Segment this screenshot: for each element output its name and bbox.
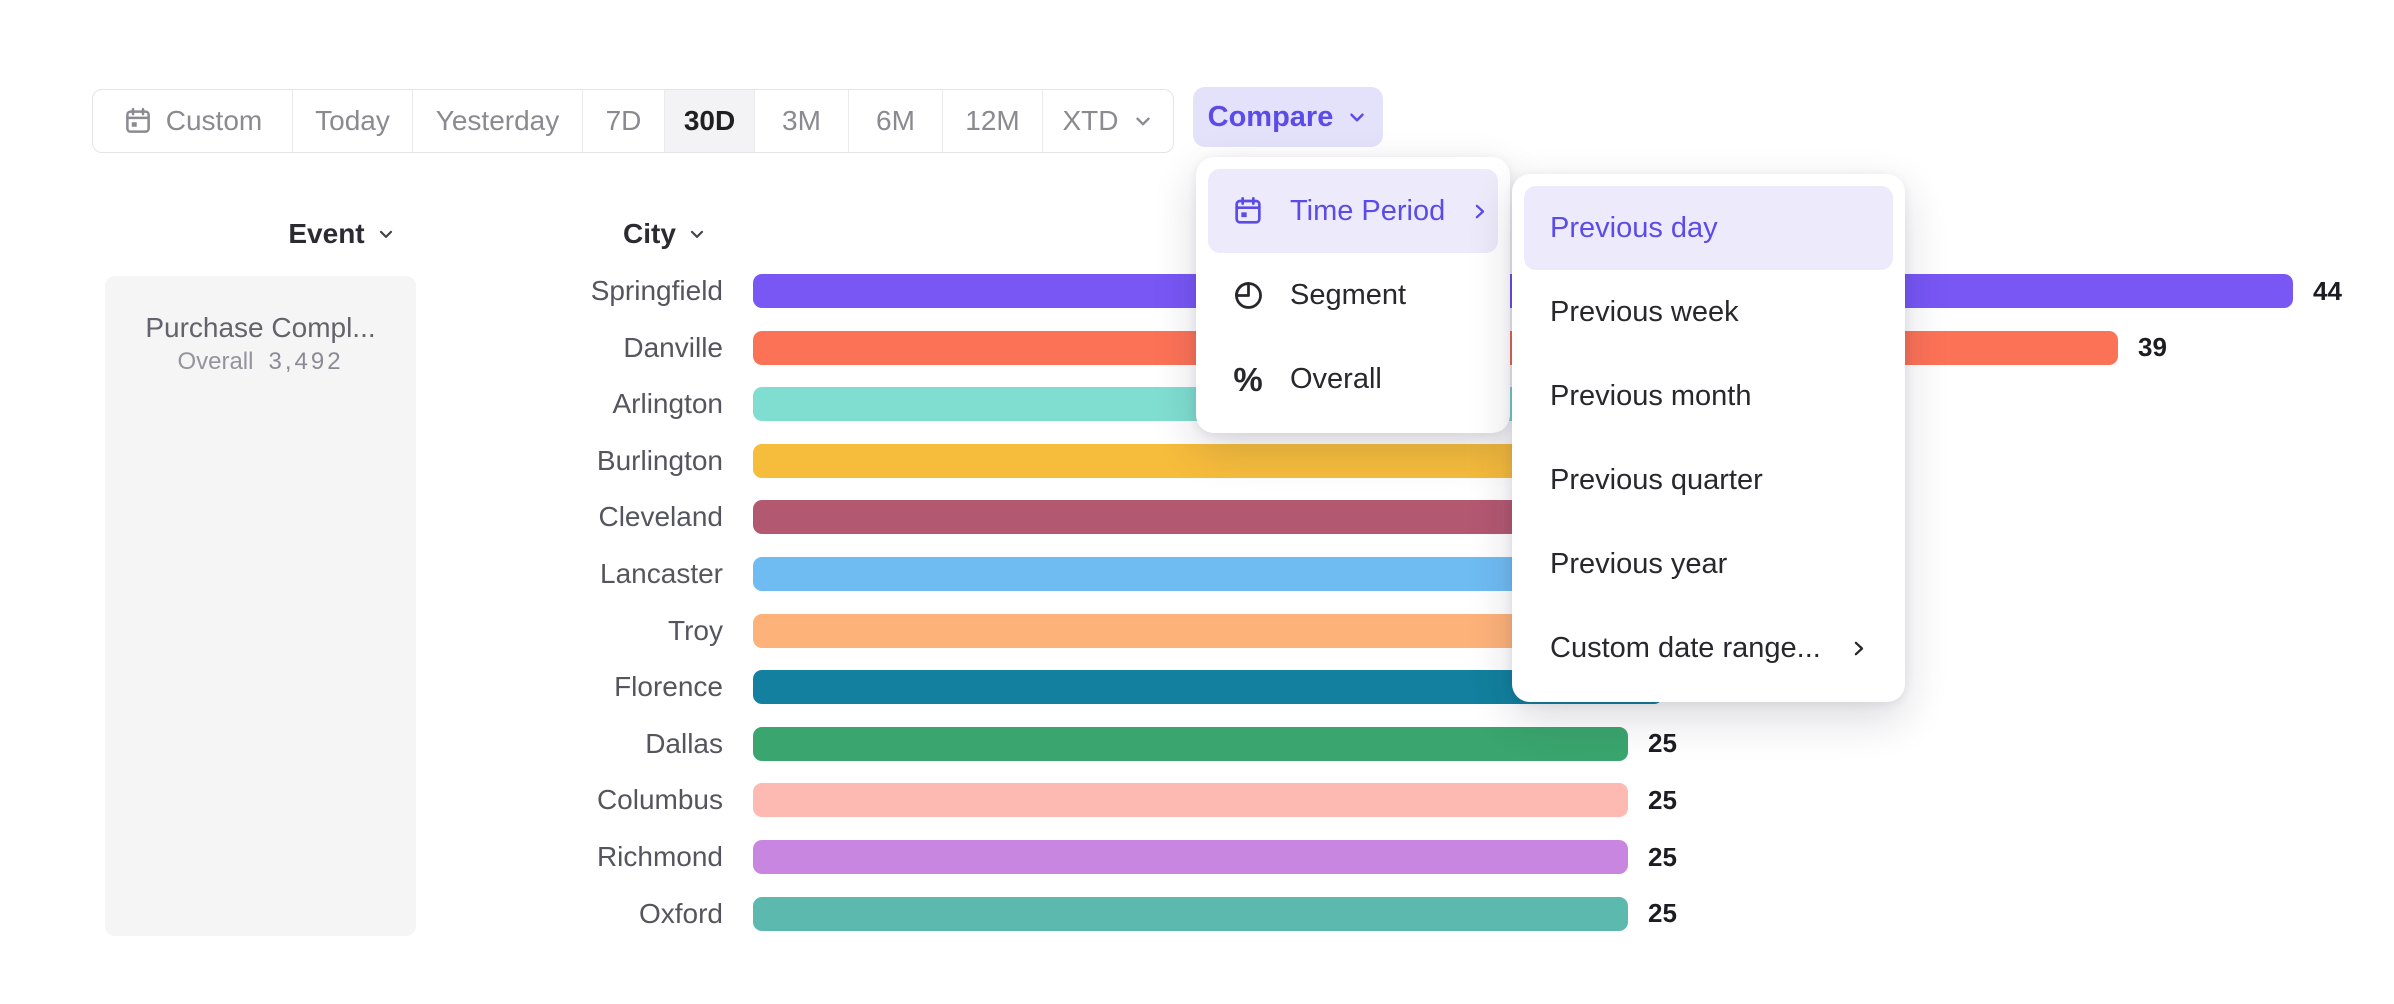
- city-label: Cleveland: [0, 501, 723, 533]
- chevron-down-icon: [376, 224, 396, 244]
- city-label: Burlington: [0, 445, 723, 477]
- menu-item-label: Previous week: [1550, 296, 1869, 329]
- menu-item-label: Overall: [1290, 363, 1480, 396]
- chart-row-oxford: Oxford 25: [0, 886, 2394, 942]
- submenu-item-previous-week[interactable]: Previous week: [1524, 270, 1893, 354]
- toolbar-button-label: Today: [315, 105, 390, 137]
- toolbar-button-label: 30D: [684, 105, 735, 137]
- toolbar-button-30d[interactable]: 30D: [665, 90, 755, 152]
- chart-row-lancaster: Lancaster: [0, 546, 2394, 602]
- city-label: Oxford: [0, 898, 723, 930]
- bar-value-label: 44: [2313, 276, 2342, 307]
- bar-columbus[interactable]: [753, 783, 1628, 817]
- city-label: Columbus: [0, 784, 723, 816]
- city-label: Florence: [0, 671, 723, 703]
- calendar-icon: [1232, 195, 1264, 227]
- chevron-down-icon: [687, 224, 707, 244]
- event-column-label: Event: [288, 218, 364, 250]
- city-label: Danville: [0, 332, 723, 364]
- calendar-icon: [123, 106, 153, 136]
- segment-icon: [1232, 279, 1265, 312]
- toolbar-button-12m[interactable]: 12M: [943, 90, 1043, 152]
- submenu-item-custom-date-range[interactable]: Custom date range...: [1524, 606, 1893, 690]
- menu-item-label: Previous year: [1550, 548, 1869, 581]
- chart-row-dallas: Dallas 25: [0, 716, 2394, 772]
- toolbar-button-3m[interactable]: 3M: [755, 90, 849, 152]
- chart-row-burlington: Burlington: [0, 433, 2394, 489]
- toolbar-button-label: 7D: [606, 105, 642, 137]
- compare-button-label: Compare: [1208, 101, 1334, 134]
- city-label: Richmond: [0, 841, 723, 873]
- bar-richmond[interactable]: [753, 840, 1628, 874]
- city-label: Springfield: [0, 275, 723, 307]
- compare-menu-item-time-period[interactable]: Time Period: [1208, 169, 1498, 253]
- toolbar-button-6m[interactable]: 6M: [849, 90, 943, 152]
- menu-item-label: Segment: [1290, 279, 1480, 312]
- menu-item-label: Previous month: [1550, 380, 1869, 413]
- chevron-down-icon: [1132, 110, 1154, 132]
- menu-item-label: Custom date range...: [1550, 632, 1848, 665]
- city-label: Dallas: [0, 728, 723, 760]
- bar-value-label: 25: [1648, 842, 1677, 873]
- toolbar-button-label: Custom: [166, 105, 262, 137]
- toolbar-button-yesterday[interactable]: Yesterday: [413, 90, 583, 152]
- menu-item-label: Previous quarter: [1550, 464, 1869, 497]
- chart-row-columbus: Columbus 25: [0, 772, 2394, 828]
- toolbar-button-today[interactable]: Today: [293, 90, 413, 152]
- menu-item-label: Previous day: [1550, 212, 1869, 245]
- bar-oxford[interactable]: [753, 897, 1628, 931]
- percent-icon: %: [1233, 363, 1262, 396]
- city-label: Lancaster: [0, 558, 723, 590]
- chevron-right-icon: [1469, 201, 1490, 222]
- date-range-toolbar: Custom Today Yesterday 7D 30D 3M 6M 12M XTD: [92, 89, 1174, 153]
- city-column-label: City: [623, 218, 676, 250]
- chart-row-cleveland: Cleveland: [0, 489, 2394, 545]
- chart-row-richmond: Richmond 25: [0, 829, 2394, 885]
- bar-value-label: 25: [1648, 898, 1677, 929]
- city-label: Troy: [0, 615, 723, 647]
- submenu-item-previous-month[interactable]: Previous month: [1524, 354, 1893, 438]
- compare-menu-item-overall[interactable]: % Overall: [1208, 337, 1498, 421]
- time-period-submenu: Previous day Previous week Previous month P…: [1512, 174, 1905, 702]
- toolbar-button-label: 3M: [782, 105, 821, 137]
- toolbar-button-xtd[interactable]: XTD: [1043, 90, 1173, 152]
- compare-menu: Time Period Segment% Overall: [1196, 157, 1510, 433]
- toolbar-button-label: 12M: [965, 105, 1019, 137]
- chart-row-florence: Florence: [0, 659, 2394, 715]
- bar-value-label: 25: [1648, 785, 1677, 816]
- toolbar-button-label: Yesterday: [436, 105, 560, 137]
- event-column-header[interactable]: Event: [272, 216, 412, 252]
- submenu-item-previous-year[interactable]: Previous year: [1524, 522, 1893, 606]
- city-column-header[interactable]: City: [623, 216, 707, 252]
- toolbar-button-custom[interactable]: Custom: [93, 90, 293, 152]
- bar-dallas[interactable]: [753, 727, 1628, 761]
- compare-button[interactable]: Compare: [1193, 87, 1383, 147]
- menu-item-label: Time Period: [1290, 195, 1445, 228]
- chart-row-troy: Troy: [0, 603, 2394, 659]
- bar-value-label: 39: [2138, 332, 2167, 363]
- chevron-right-icon: [1848, 638, 1869, 659]
- submenu-item-previous-quarter[interactable]: Previous quarter: [1524, 438, 1893, 522]
- toolbar-button-label: 6M: [876, 105, 915, 137]
- submenu-item-previous-day[interactable]: Previous day: [1524, 186, 1893, 270]
- compare-menu-item-segment[interactable]: Segment: [1208, 253, 1498, 337]
- city-label: Arlington: [0, 388, 723, 420]
- toolbar-button-7d[interactable]: 7D: [583, 90, 665, 152]
- chevron-down-icon: [1346, 106, 1368, 128]
- toolbar-button-label: XTD: [1063, 105, 1119, 137]
- bar-value-label: 25: [1648, 728, 1677, 759]
